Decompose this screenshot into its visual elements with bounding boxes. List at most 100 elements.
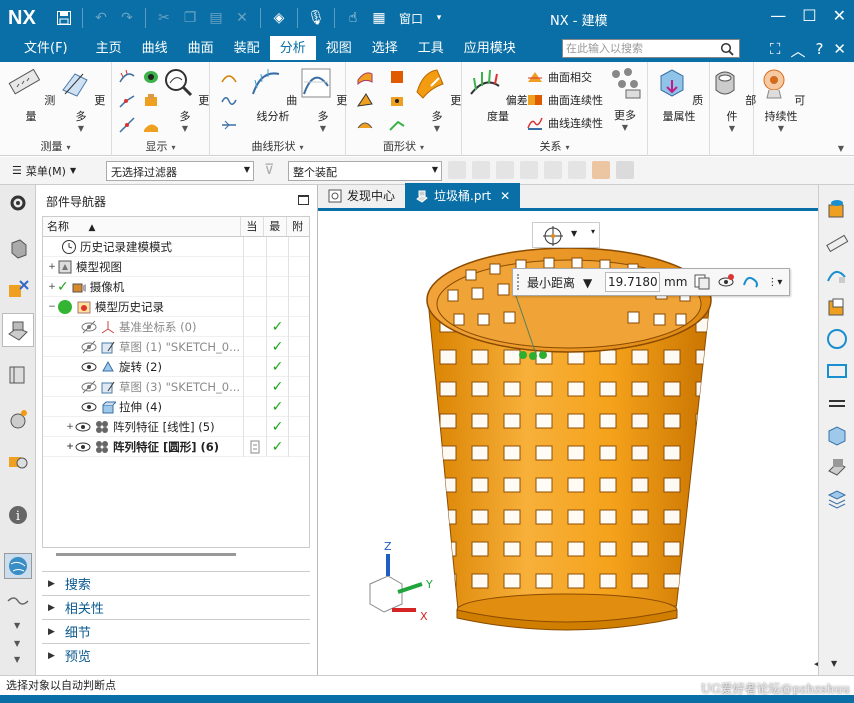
copy-value-icon[interactable] bbox=[693, 273, 711, 291]
touch-mode-icon[interactable]: ☝ bbox=[343, 8, 363, 28]
sustainability-button[interactable]: 可持续性 ▼ bbox=[756, 66, 806, 133]
eye-icon[interactable] bbox=[81, 399, 97, 415]
surface-intersection-button[interactable]: 曲面相交 bbox=[526, 66, 592, 88]
rectangle-icon[interactable] bbox=[825, 359, 849, 383]
tree-row-datum-csys[interactable]: 基准坐标系 (0) ✓ bbox=[43, 317, 309, 337]
history-icon[interactable] bbox=[6, 589, 30, 613]
help-icon[interactable]: ? bbox=[815, 40, 823, 61]
curve-analysis-button[interactable]: 曲线分析 bbox=[244, 66, 302, 124]
maximize-navigator-icon[interactable] bbox=[298, 195, 309, 205]
part-navigator-tab[interactable] bbox=[2, 313, 34, 347]
reuse-library-icon[interactable] bbox=[6, 363, 30, 387]
gear-icon[interactable] bbox=[6, 191, 30, 215]
draft-analysis-icon[interactable] bbox=[142, 92, 160, 110]
curve-points-icon[interactable] bbox=[118, 92, 136, 110]
reflection-icon[interactable] bbox=[142, 116, 160, 134]
curve-length-icon[interactable] bbox=[825, 263, 849, 287]
close-icon[interactable]: ✕ bbox=[833, 6, 846, 25]
select-all-icon[interactable] bbox=[496, 161, 514, 179]
rail-scroll-down-icon[interactable]: ▼ bbox=[14, 621, 20, 630]
snap-point-widget[interactable]: ▼ ▾ bbox=[532, 222, 600, 248]
relation-more-button[interactable]: 更多 ▼ bbox=[604, 66, 646, 132]
copy-icon[interactable]: ❐ bbox=[180, 8, 200, 28]
associative-icon[interactable] bbox=[741, 273, 759, 291]
filter-icon[interactable]: ⊽ bbox=[264, 162, 274, 178]
column-name[interactable]: 名称 ▲ bbox=[43, 217, 242, 236]
slope-icon[interactable] bbox=[356, 92, 374, 110]
tree-row-extrude[interactable]: 拉伸 (4) ✓ bbox=[43, 397, 309, 417]
tab-assembly[interactable]: 装配 bbox=[224, 36, 270, 62]
measure-button[interactable]: 测量 bbox=[6, 66, 56, 124]
tree-row-history-mode[interactable]: 历史记录建模模式 bbox=[43, 237, 309, 257]
deviation-gauge-button[interactable]: 偏差度量 bbox=[468, 66, 528, 124]
tree-row-revolve[interactable]: 旋转 (2) ✓ bbox=[43, 357, 309, 377]
search-input[interactable]: 在此输入以搜索 bbox=[562, 39, 740, 58]
save-icon[interactable] bbox=[54, 8, 74, 28]
collapse-icon[interactable]: − bbox=[47, 302, 57, 312]
tree-row-sketch-1[interactable]: 草图 (1) "SKETCH_0... ✓ bbox=[43, 337, 309, 357]
tab-surface[interactable]: 曲面 bbox=[178, 36, 224, 62]
rail-scroll-down-icon[interactable]: ▼ bbox=[14, 655, 20, 664]
face-analysis-icon[interactable] bbox=[142, 68, 160, 86]
eye-icon[interactable] bbox=[81, 319, 97, 335]
ruler-icon[interactable] bbox=[825, 231, 849, 255]
tab-applications[interactable]: 应用模块 bbox=[454, 36, 526, 62]
grip-handle[interactable] bbox=[517, 274, 520, 290]
curve-continuity-button[interactable]: 曲线连续性 bbox=[526, 112, 603, 134]
show-info-icon[interactable] bbox=[717, 273, 735, 291]
tab-home[interactable]: 主页 bbox=[86, 36, 132, 62]
column-attached[interactable]: 附 bbox=[287, 217, 309, 236]
part-button[interactable]: 部件 ▼ bbox=[707, 66, 757, 133]
close-part-icon[interactable]: ✕ bbox=[833, 40, 846, 61]
microphone-icon[interactable]: 🎙 bbox=[306, 8, 326, 28]
surface-continuity-button[interactable]: 曲面连续性 bbox=[526, 89, 603, 111]
eye-icon[interactable] bbox=[81, 379, 97, 395]
type-filter-select[interactable]: 无选择过滤器 bbox=[106, 161, 254, 181]
assembly-navigator-icon[interactable] bbox=[6, 237, 30, 261]
file-menu[interactable]: 文件(F) bbox=[14, 36, 78, 62]
tab-discovery-center[interactable]: 发现中心 bbox=[318, 183, 405, 208]
column-latest[interactable]: 最 bbox=[264, 217, 288, 236]
curvature-comb-icon[interactable] bbox=[118, 68, 136, 86]
tree-row-sketch-3[interactable]: 草图 (3) "SKETCH_0... ✓ bbox=[43, 377, 309, 397]
eye-icon[interactable] bbox=[75, 419, 91, 435]
tab-analysis[interactable]: 分析 bbox=[269, 36, 316, 62]
measure-more-button[interactable]: 更多 ▼ bbox=[56, 66, 106, 133]
eye-icon[interactable] bbox=[81, 359, 97, 375]
expand-icon[interactable]: + bbox=[47, 282, 57, 292]
expand-icon[interactable]: + bbox=[65, 442, 75, 452]
part-filter-icon[interactable] bbox=[592, 161, 610, 179]
snap-point-icon[interactable] bbox=[544, 161, 562, 179]
peak-icon[interactable] bbox=[220, 116, 238, 134]
inflection-icon[interactable] bbox=[220, 92, 238, 110]
circle-icon[interactable] bbox=[825, 327, 849, 351]
tree-row-cameras[interactable]: + ✓ 摄像机 bbox=[43, 277, 309, 297]
undo-icon[interactable]: ↶ bbox=[91, 8, 111, 28]
panel-dependencies[interactable]: ▶ 相关性 bbox=[42, 595, 310, 619]
tab-part-file[interactable]: 垃圾桶.prt ✕ bbox=[405, 183, 521, 208]
curvature-icon[interactable] bbox=[220, 68, 238, 86]
widget-options-icon[interactable]: ⋮▾ bbox=[767, 277, 782, 288]
cut-icon[interactable]: ✂ bbox=[154, 8, 174, 28]
close-tab-icon[interactable]: ✕ bbox=[500, 189, 510, 203]
rail-scroll-down-icon[interactable]: ▼ bbox=[14, 639, 20, 648]
info-icon[interactable]: i bbox=[6, 503, 30, 527]
web-browser-icon[interactable] bbox=[6, 449, 30, 473]
panel-details[interactable]: ▶ 细节 bbox=[42, 619, 310, 643]
redo-icon[interactable]: ↷ bbox=[117, 8, 137, 28]
hd3d-tools-icon[interactable] bbox=[6, 407, 30, 431]
expand-icon[interactable]: + bbox=[47, 262, 57, 272]
highlight-lines-icon[interactable] bbox=[356, 116, 374, 134]
search-icon[interactable] bbox=[720, 42, 734, 56]
expand-icon[interactable]: + bbox=[65, 422, 75, 432]
tab-select[interactable]: 选择 bbox=[362, 36, 408, 62]
tab-tools[interactable]: 工具 bbox=[408, 36, 454, 62]
tree-row-pattern-circular[interactable]: + 阵列特征 [圆形] (6) ✓ bbox=[43, 437, 309, 457]
solid-view-icon[interactable] bbox=[825, 423, 849, 447]
tree-row-model-history[interactable]: − 模型历史记录 bbox=[43, 297, 309, 317]
section-view-icon[interactable] bbox=[825, 455, 849, 479]
select-feature-icon[interactable] bbox=[472, 161, 490, 179]
paste-icon[interactable]: ▤ bbox=[206, 8, 226, 28]
panel-preview[interactable]: ▶ 预览 bbox=[42, 643, 310, 667]
tab-view[interactable]: 视图 bbox=[316, 36, 362, 62]
